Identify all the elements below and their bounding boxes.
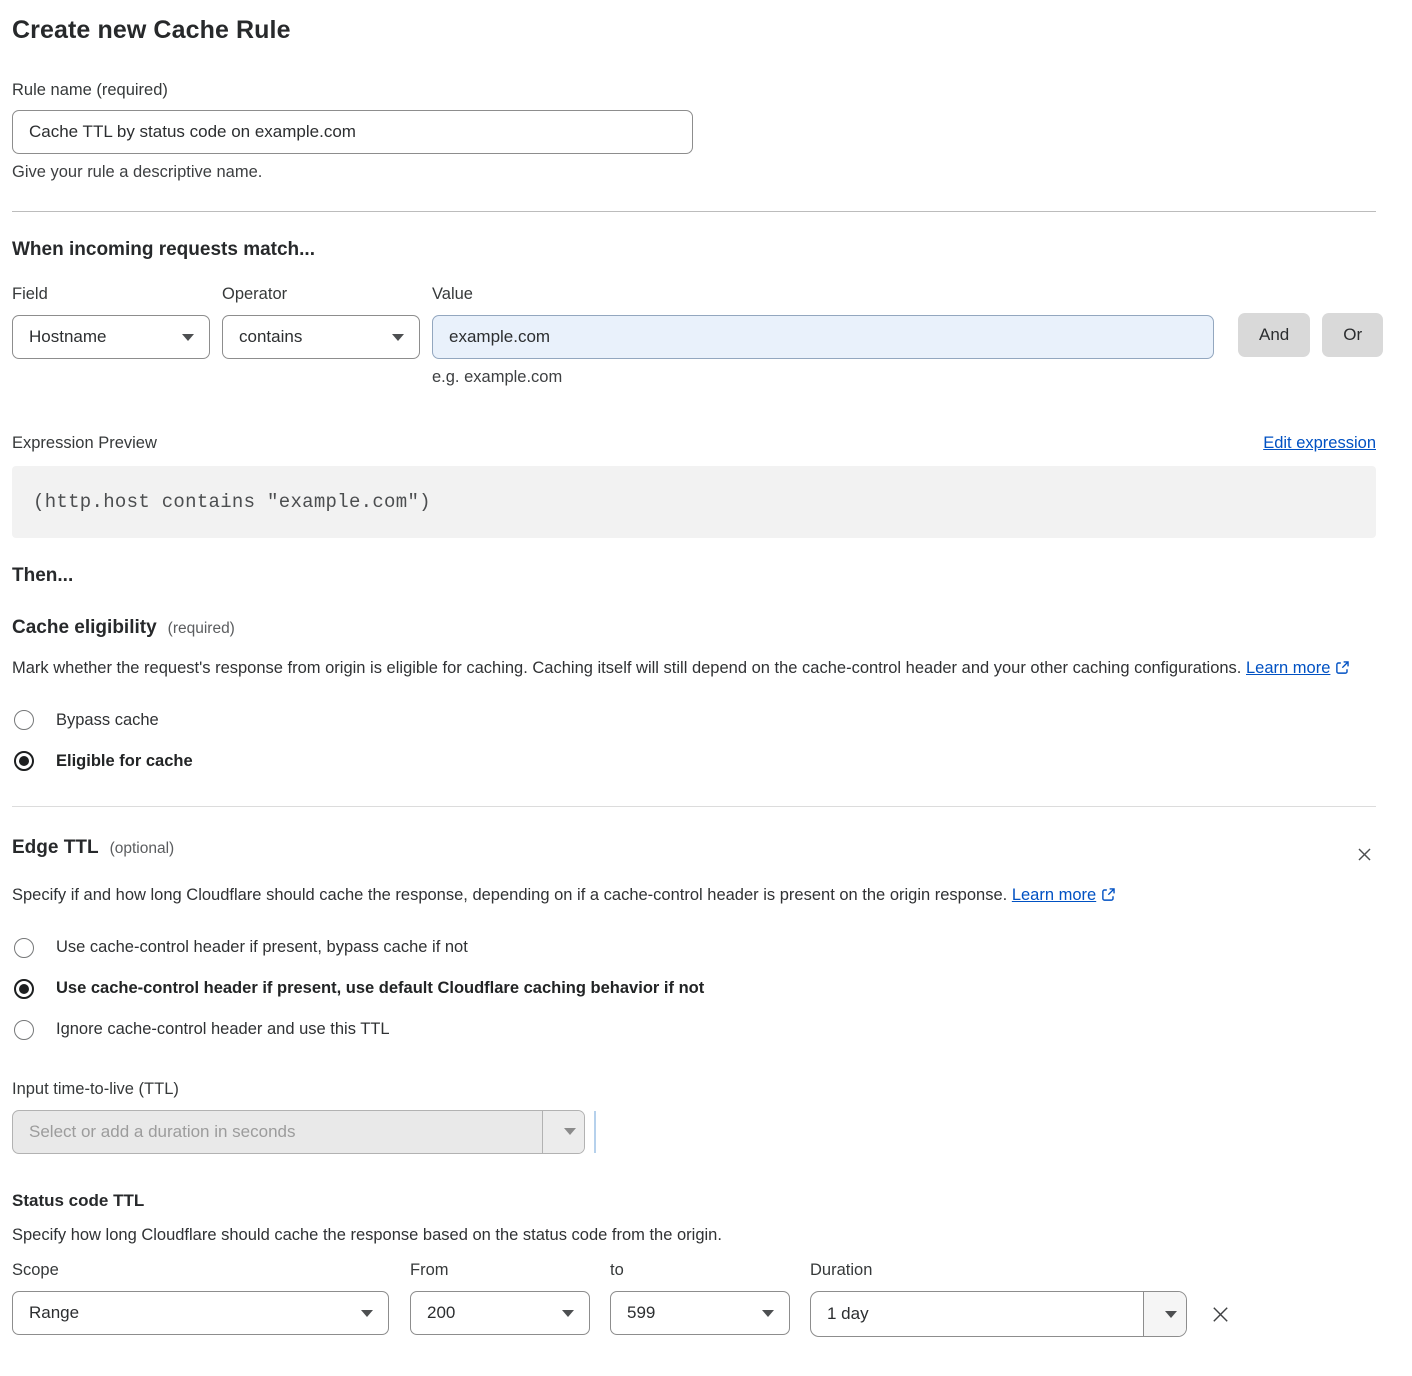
create-cache-rule-form: Create new Cache Rule Rule name (require… [0,0,1412,1361]
edge-ttl-option-bypass[interactable]: Use cache-control header if present, byp… [12,938,1376,958]
edge-ttl-learn-more-link[interactable]: Learn more [1012,886,1096,904]
external-link-icon [1101,883,1116,911]
edge-ttl-option-bypass-label: Use cache-control header if present, byp… [56,938,468,957]
field-column: Field Hostname [12,285,210,387]
chevron-down-icon [562,1310,574,1317]
eligible-for-cache-option[interactable]: Eligible for cache [12,751,1376,771]
or-button[interactable]: Or [1322,313,1383,357]
status-code-ttl-row: Scope Range From 200 to 599 Duration 1 d… [12,1261,1376,1337]
cache-eligibility-learn-more-link[interactable]: Learn more [1246,659,1330,677]
rule-name-label: Rule name (required) [12,81,1376,100]
duration-combobox[interactable]: 1 day [810,1291,1187,1337]
ttl-input-row: Select or add a duration in seconds [12,1110,1376,1154]
value-label: Value [432,285,1214,304]
cache-eligibility-required-badge: (required) [168,620,235,638]
expression-preview-label: Expression Preview [12,434,157,453]
chevron-down-icon [564,1128,576,1135]
ttl-select-placeholder: Select or add a duration in seconds [13,1111,542,1153]
to-select[interactable]: 599 [610,1291,790,1335]
field-select-value: Hostname [29,327,106,347]
learn-more-label: Learn more [1012,886,1096,904]
field-label: Field [12,285,210,304]
and-button[interactable]: And [1238,313,1310,357]
edge-ttl-option-ignore-label: Ignore cache-control header and use this… [56,1020,390,1039]
section-divider [12,806,1376,807]
ttl-duration-select[interactable]: Select or add a duration in seconds [12,1110,585,1154]
to-label: to [610,1261,790,1280]
to-column: to 599 [610,1261,790,1335]
cache-eligibility-description: Mark whether the request's response from… [12,654,1358,684]
from-label: From [410,1261,590,1280]
chevron-down-icon [762,1310,774,1317]
radio-selected-icon[interactable] [14,979,34,999]
edge-ttl-close-button[interactable] [1353,843,1376,866]
expression-preview-code: (http.host contains "example.com") [12,466,1376,538]
edge-ttl-heading-row: Edge TTL (optional) [12,837,1376,866]
from-select[interactable]: 200 [410,1291,590,1335]
remove-status-code-row-button[interactable] [1207,1301,1234,1328]
scope-label: Scope [12,1261,389,1280]
value-column: Value e.g. example.com [432,285,1214,387]
from-select-value: 200 [427,1303,455,1323]
match-heading: When incoming requests match... [12,239,1376,261]
edit-expression-link[interactable]: Edit expression [1263,434,1376,453]
duration-column: Duration 1 day [810,1261,1187,1337]
operator-select[interactable]: contains [222,315,420,359]
operator-column: Operator contains [222,285,420,387]
chevron-down-icon [182,334,194,341]
cache-eligibility-heading: Cache eligibility [12,617,157,639]
value-input[interactable] [432,315,1214,359]
field-select[interactable]: Hostname [12,315,210,359]
bypass-cache-label: Bypass cache [56,711,159,730]
cache-eligibility-heading-row: Cache eligibility (required) [12,617,1376,639]
close-icon [1355,852,1374,867]
chevron-down-icon [1165,1311,1177,1318]
page-title: Create new Cache Rule [12,16,1376,45]
radio-selected-icon[interactable] [14,751,34,771]
learn-more-label: Learn more [1246,659,1330,677]
edge-ttl-optional-badge: (optional) [110,840,175,858]
value-hint: e.g. example.com [432,368,1214,387]
edge-ttl-option-default-label: Use cache-control header if present, use… [56,979,704,998]
chevron-down-icon [361,1310,373,1317]
duration-value: 1 day [811,1292,1143,1336]
to-select-value: 599 [627,1303,655,1323]
scope-column: Scope Range [12,1261,389,1335]
edge-ttl-heading-group: Edge TTL (optional) [12,837,174,859]
rule-name-help: Give your rule a descriptive name. [12,163,1376,182]
text-cursor-indicator [594,1111,596,1153]
bypass-cache-option[interactable]: Bypass cache [12,710,1376,730]
status-code-ttl-description: Specify how long Cloudflare should cache… [12,1226,1376,1245]
radio-unselected-icon[interactable] [14,1020,34,1040]
ttl-select-arrow-box[interactable] [542,1111,584,1153]
from-column: From 200 [410,1261,590,1335]
status-code-ttl-heading: Status code TTL [12,1191,1376,1211]
external-link-icon [1335,656,1350,684]
rule-name-group: Rule name (required) Give your rule a de… [12,81,1376,182]
edge-ttl-description: Specify if and how long Cloudflare shoul… [12,881,1117,911]
close-icon [1209,1314,1232,1329]
edge-ttl-heading: Edge TTL [12,837,99,859]
expression-header: Expression Preview Edit expression [12,434,1376,453]
section-divider [12,211,1376,212]
expression-code-text: (http.host contains "example.com") [33,491,431,513]
operator-select-value: contains [239,327,302,347]
duration-label: Duration [810,1261,1187,1280]
edge-ttl-option-default[interactable]: Use cache-control header if present, use… [12,979,1376,999]
ttl-input-label: Input time-to-live (TTL) [12,1080,1376,1099]
eligible-for-cache-label: Eligible for cache [56,752,193,771]
chevron-down-icon [392,334,404,341]
radio-unselected-icon[interactable] [14,938,34,958]
radio-unselected-icon[interactable] [14,710,34,730]
edge-ttl-description-text: Specify if and how long Cloudflare shoul… [12,886,1007,904]
edge-ttl-option-ignore[interactable]: Ignore cache-control header and use this… [12,1020,1376,1040]
match-condition-row: Field Hostname Operator contains Value e… [12,285,1376,387]
cache-eligibility-description-text: Mark whether the request's response from… [12,659,1241,677]
scope-select[interactable]: Range [12,1291,389,1335]
rule-name-input[interactable] [12,110,693,154]
then-heading: Then... [12,565,1376,587]
scope-select-value: Range [29,1303,79,1323]
duration-arrow-box[interactable] [1143,1292,1186,1336]
operator-label: Operator [222,285,420,304]
